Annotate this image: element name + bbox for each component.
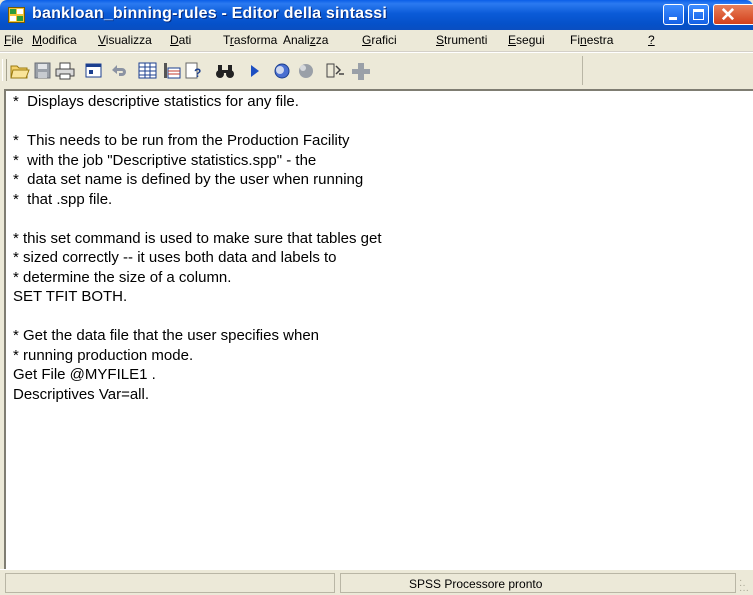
use-sets-icon[interactable] [272,62,292,80]
maximize-icon [693,9,704,20]
menu-item-label-start: T [223,33,230,47]
title-bar[interactable]: bankloan_binning-rules - Editor della si… [0,0,753,30]
syntax-line: * sized correctly -- it uses both data a… [13,249,337,266]
menu-item-label-end: odifica [42,33,77,47]
syntax-line: * that .spp file. [13,190,113,208]
menu-item-visualizza[interactable]: Visualizza [98,33,152,47]
syntax-line: Descriptives Var=all. [13,385,150,403]
insert-icon[interactable] [351,62,371,80]
svg-text:?: ? [194,66,201,80]
syntax-line: SET TFIT BOTH. [13,288,128,305]
menu-item-label-start: Anali [283,33,310,47]
menu-item-label-end: rafici [371,33,397,47]
menu-item-mnemonic: D [170,33,179,47]
menu-item-mnemonic: ? [648,33,655,47]
toolbar-grip[interactable] [2,59,7,81]
menu-item-label-end: segui [516,33,545,47]
syntax-line: * this set command is used to make sure … [13,229,382,247]
syntax-line: * Displays descriptive statistics for an… [13,93,299,110]
resize-grip-icon[interactable]: · ·· ··· [739,576,751,595]
menu-item-label-end: isualizza [105,33,152,47]
syntax-line: * This needs to be run from the Producti… [13,132,350,149]
close-icon: ✕ [720,5,736,26]
status-panel-empty [5,573,335,593]
maximize-button[interactable] [688,4,709,25]
menu-item-trasforma[interactable]: Trasforma [223,33,277,47]
status-panel: SPSS Processore pronto [340,573,736,593]
variables-icon[interactable] [162,62,182,80]
syntax-line: * with the job "Descriptive statistics.s… [13,151,317,169]
save-icon[interactable] [33,62,53,80]
undo-icon[interactable] [108,62,128,80]
show-all-icon[interactable] [296,62,316,80]
menu-item-help[interactable]: ? [648,33,655,47]
menu-item-label-end: ati [178,33,192,47]
menu-item-mnemonic: S [436,33,445,47]
menu-item-mnemonic: n [580,33,587,47]
menu-item-grafici[interactable]: Grafici [362,33,397,47]
menu-item-label-end: trumenti [444,33,488,47]
syntax-text-area[interactable]: * Displays descriptive statistics for an… [4,89,753,569]
menu-item-label-end: estra [586,33,614,47]
find-icon[interactable] [215,62,235,80]
dialog-recall-icon[interactable] [84,62,104,80]
menu-item-esegui[interactable]: Esegui [508,33,545,47]
print-icon[interactable] [55,62,75,80]
syntax-editor-window: bankloan_binning-rules - Editor della si… [0,0,753,595]
menu-item-mnemonic: V [98,33,106,47]
processor-status-text: SPSS Processore pronto [409,577,543,591]
syntax-help-icon[interactable] [326,62,346,80]
syntax-line: * running production mode. [13,346,194,364]
menu-item-modifica[interactable]: Modifica [32,33,77,47]
syntax-line: * data set name is defined by the user w… [13,171,364,188]
menu-item-label-end: za [315,33,329,47]
close-button[interactable]: ✕ [713,4,753,26]
minimize-icon [669,17,677,20]
syntax-line: * Get the data file that the user specif… [13,327,320,344]
goto-data-icon[interactable] [138,62,158,80]
menu-item-mnemonic: E [508,33,517,47]
menu-item-analizza[interactable]: Analizza [283,33,328,47]
menu-item-label-end: ile [11,33,24,47]
menu-item-dati[interactable]: Dati [170,33,191,47]
syntax-editor-app-icon[interactable] [8,7,25,23]
syntax-line: Get File @MYFILE1 . [13,366,156,383]
status-bar: SPSS Processore pronto · ·· ··· [0,569,753,595]
open-icon[interactable] [10,62,30,80]
menu-bar: File Modifica Visualizza Dati Trasforma Anali… [0,30,753,51]
menu-item-file[interactable]: File [4,33,23,47]
menu-item-label-end: asforma [233,33,278,47]
menu-item-mnemonic: G [362,33,372,47]
window-title: bankloan_binning-rules - Editor della si… [32,5,388,22]
menu-item-label-start: Fi [570,33,580,47]
menu-item-finestra[interactable]: Finestra [570,33,613,47]
toolbar: ? [0,52,753,88]
toolbar-end-divider [582,56,583,85]
minimize-button[interactable] [663,4,684,25]
help-pointer-icon[interactable]: ? [185,62,205,80]
menu-item-strumenti[interactable]: Strumenti [436,33,487,47]
menu-item-mnemonic: M [32,33,42,47]
run-icon[interactable] [245,62,265,80]
syntax-line: * determine the size of a column. [13,268,232,286]
